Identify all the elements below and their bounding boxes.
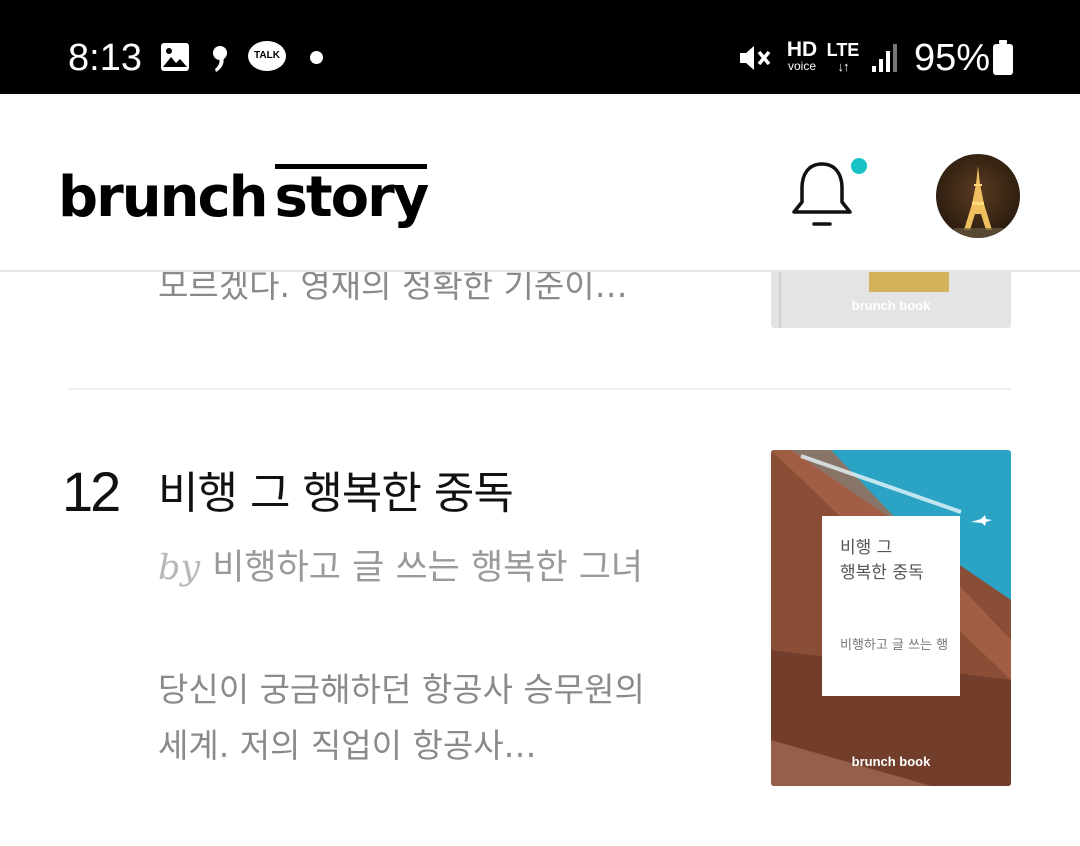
kakaotalk-icon: TALK — [248, 41, 286, 71]
list-divider — [68, 388, 1011, 390]
logo-story: story — [274, 164, 429, 230]
gallery-icon — [161, 43, 189, 71]
item-byline[interactable]: by 비행하고 글 쓰는 행복한 그녀 — [158, 544, 643, 592]
item-description-line: 당신이 궁금해하던 항공사 승무원의 — [158, 670, 645, 709]
item-description-line: 세계. 저의 직업이 항공사… — [158, 726, 537, 765]
brunch-story-logo[interactable]: brunch story — [58, 164, 429, 230]
ranking-list: 모르겠다. 영재의 정확한 기준이… brunch book 12 비행 그 행… — [0, 272, 1080, 846]
previous-item-cover[interactable]: brunch book — [771, 272, 1011, 328]
mute-icon — [740, 46, 771, 70]
cover-illustration — [869, 272, 949, 292]
by-label: by — [158, 548, 201, 588]
app-header: brunch story — [0, 94, 1080, 272]
logo-brunch: brunch — [58, 165, 268, 230]
notification-badge — [851, 158, 867, 174]
previous-item-description[interactable]: 모르겠다. 영재의 정확한 기준이… — [158, 272, 628, 308]
battery-percent: 95% — [914, 37, 991, 79]
signal-icon — [872, 44, 897, 72]
item-cover[interactable]: 비행 그 행복한 중독 비행하고 글 쓰는 행 brunch book — [771, 450, 1011, 786]
item-rank: 12 — [62, 460, 121, 523]
battery-icon — [993, 40, 1013, 75]
eiffel-tower-photo — [954, 166, 1004, 238]
item-description[interactable]: 당신이 궁금해하던 항공사 승무원의 세계. 저의 직업이 항공사… — [158, 662, 738, 774]
status-bar: 8:13 TALK HD voice LTE ↓↑ 95% — [0, 0, 1080, 94]
profile-avatar[interactable] — [936, 154, 1020, 238]
cover-brand-label: brunch book — [851, 298, 931, 313]
item-title[interactable]: 비행 그 행복한 중독 — [158, 466, 514, 522]
cover-brand-label: brunch book — [851, 754, 931, 769]
lte-icon: LTE ↓↑ — [826, 40, 860, 74]
hd-voice-icon: HD voice — [786, 38, 818, 73]
item-author: 비행하고 글 쓰는 행복한 그녀 — [212, 548, 644, 588]
status-time: 8:13 — [68, 37, 142, 79]
comma-icon — [213, 46, 227, 72]
cover-title: 비행 그 행복한 중독 — [840, 538, 924, 583]
cover-title-card: 비행 그 행복한 중독 비행하고 글 쓰는 행 — [822, 516, 960, 696]
cover-author: 비행하고 글 쓰는 행 — [840, 638, 949, 653]
notification-bell-icon[interactable] — [786, 158, 858, 230]
dot-icon — [310, 51, 323, 64]
